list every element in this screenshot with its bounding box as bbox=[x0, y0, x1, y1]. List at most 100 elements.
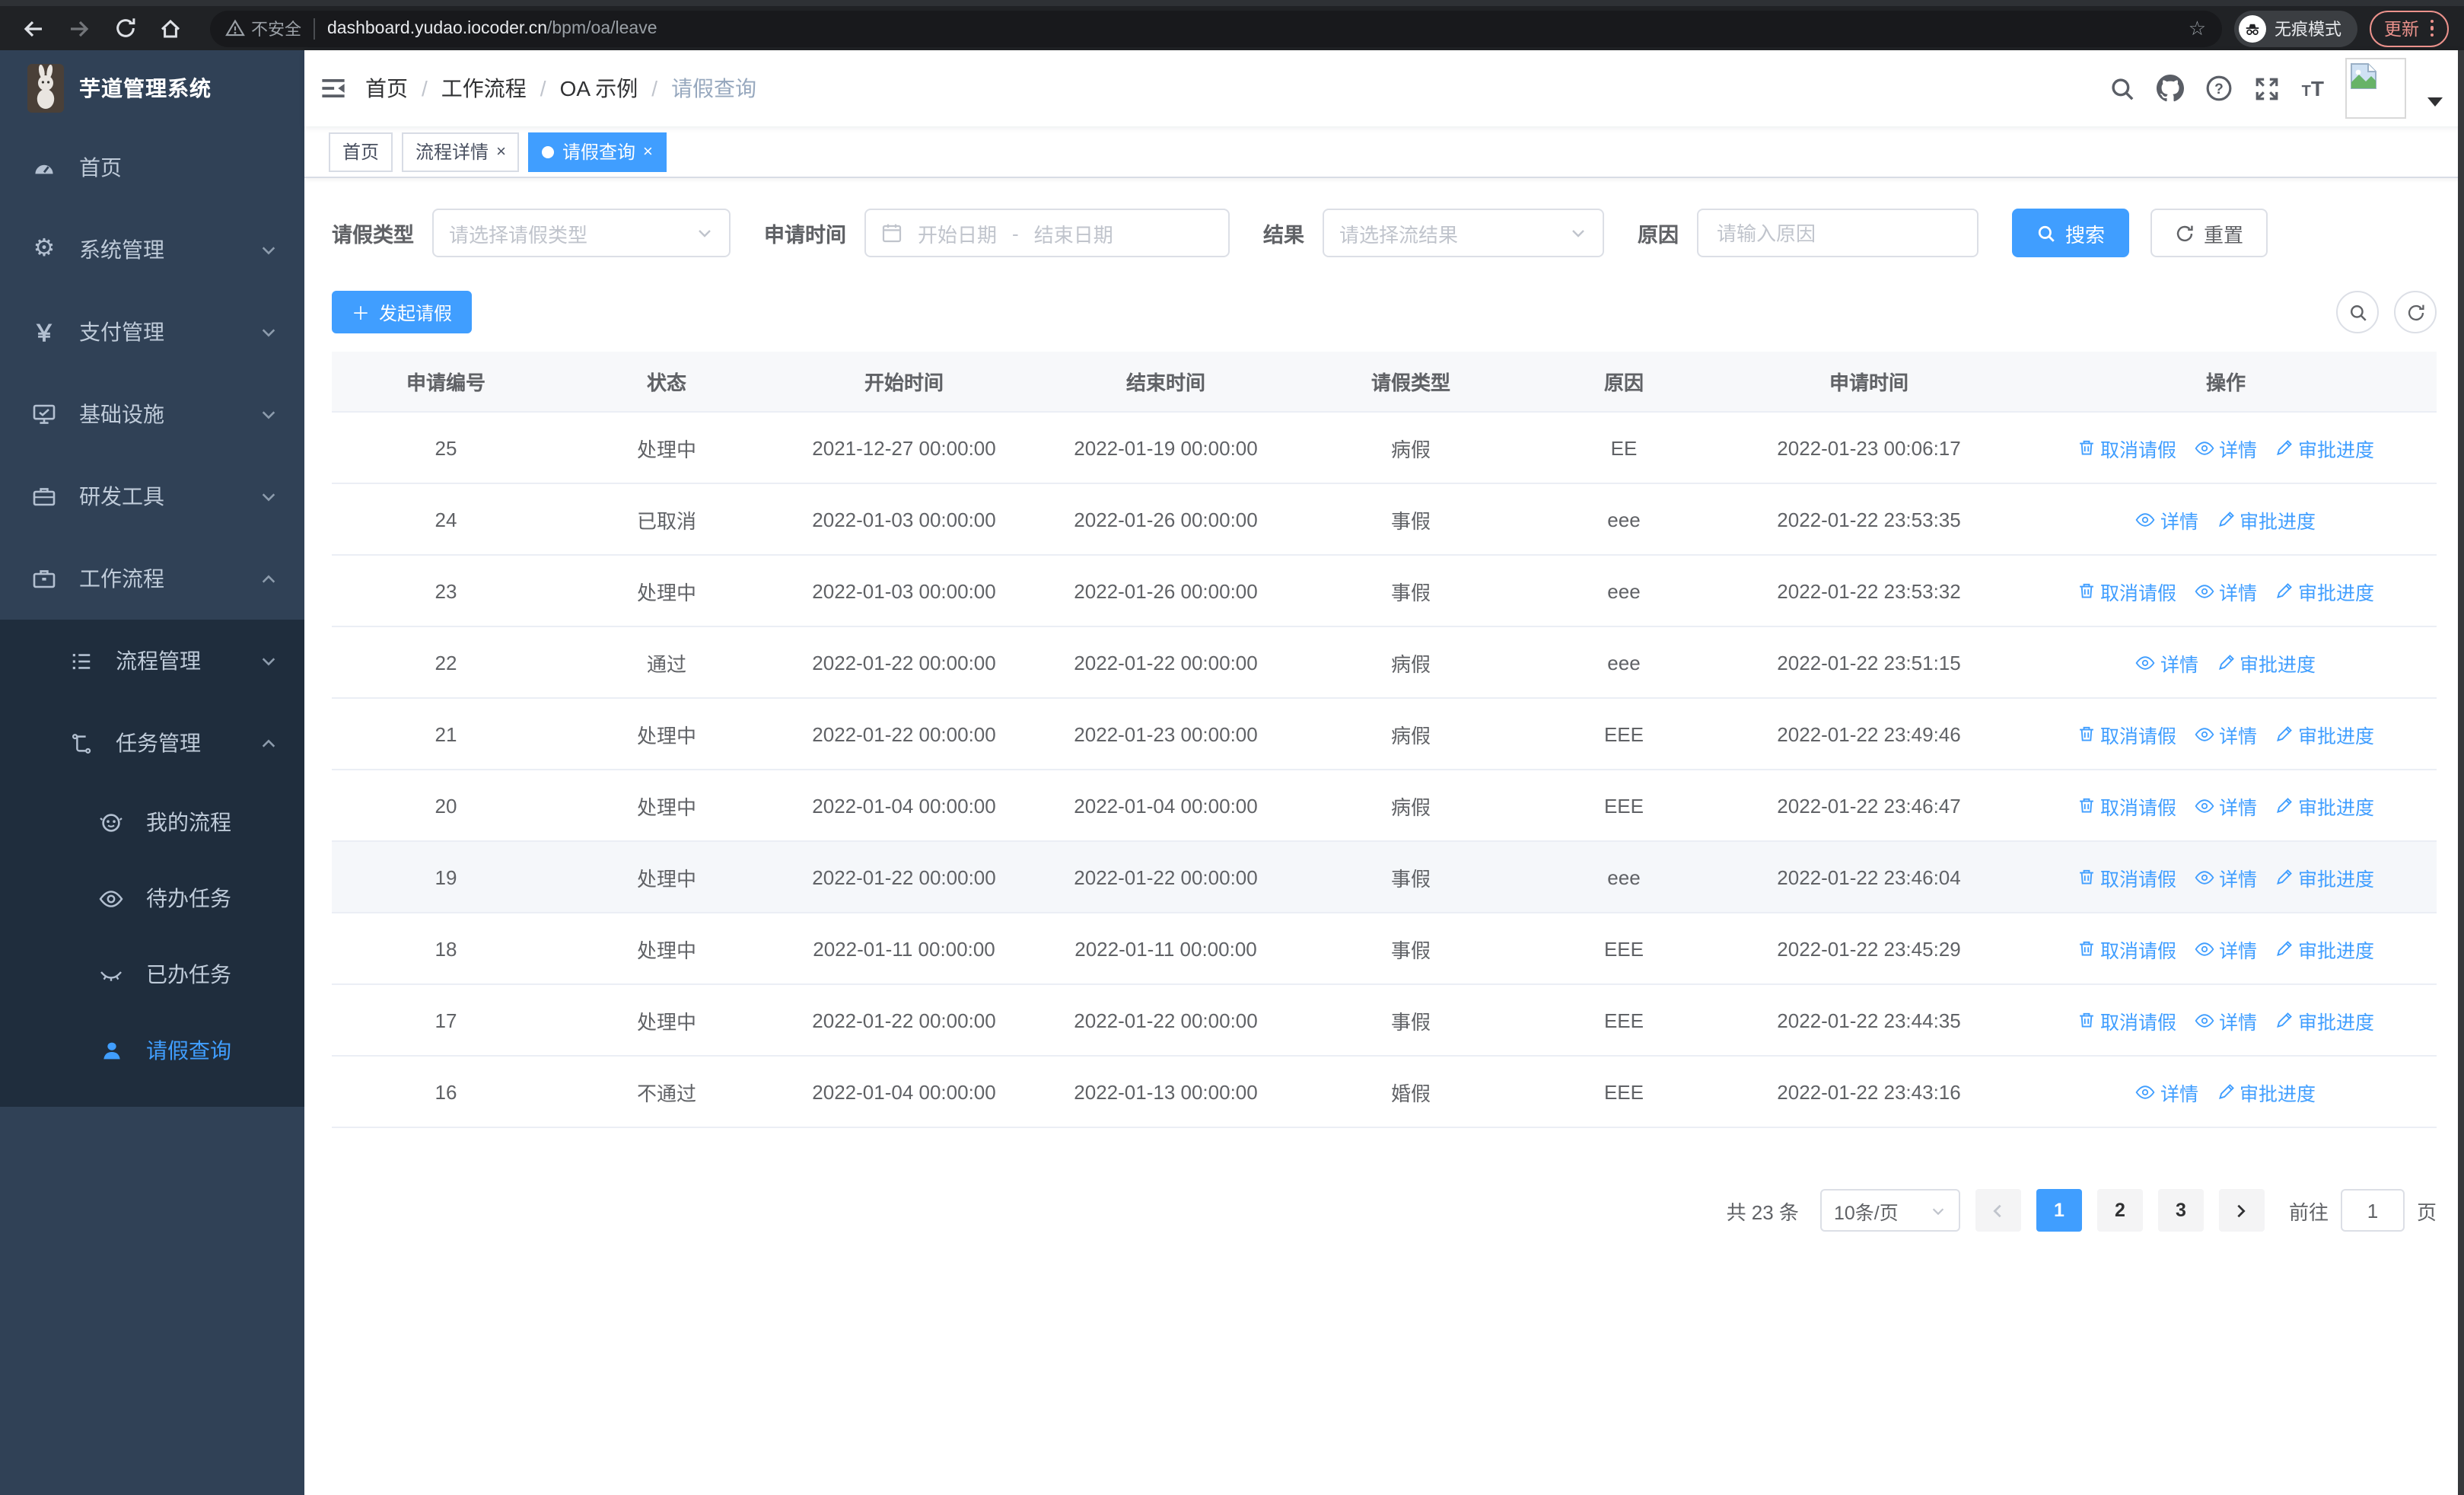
browser-back-button[interactable] bbox=[15, 10, 52, 46]
reset-button[interactable]: 重置 bbox=[2150, 209, 2268, 257]
cell-leave-type: 事假 bbox=[1390, 867, 1431, 890]
row-action-progress-link[interactable]: 审批进度 bbox=[2217, 505, 2316, 534]
row-action-detail-link[interactable]: 详情 bbox=[2195, 791, 2257, 820]
browser-update-button[interactable]: 更新 bbox=[2369, 10, 2449, 46]
action-label: 详情 bbox=[2160, 1083, 2198, 1105]
row-action-cancel-link[interactable]: 取消请假 bbox=[2077, 1006, 2176, 1034]
reason-input[interactable] bbox=[1714, 220, 1962, 246]
apply-time-range-picker[interactable]: 开始日期 - 结束日期 bbox=[864, 209, 1230, 257]
sidebar-item-payment[interactable]: ￥ 支付管理 bbox=[0, 291, 304, 373]
row-action-cancel-link[interactable]: 取消请假 bbox=[2077, 433, 2176, 462]
tab-process-detail[interactable]: 流程详情 × bbox=[402, 132, 520, 171]
create-leave-button[interactable]: ＋ 发起请假 bbox=[332, 291, 473, 333]
sidebar-item-task-mgmt[interactable]: 任务管理 bbox=[0, 702, 304, 784]
row-action-progress-link[interactable]: 审批进度 bbox=[2275, 433, 2374, 462]
row-action-progress-link[interactable]: 审批进度 bbox=[2217, 1077, 2316, 1106]
row-action-progress-link[interactable]: 审批进度 bbox=[2217, 648, 2316, 677]
cell-end-time: 2022-01-23 00:00:00 bbox=[1074, 722, 1258, 745]
end-date-placeholder: 结束日期 bbox=[1033, 223, 1113, 246]
avatar-dropdown-caret[interactable] bbox=[2427, 97, 2443, 107]
browser-reload-button[interactable] bbox=[107, 10, 143, 46]
breadcrumb-item[interactable]: OA 示例 bbox=[560, 73, 638, 104]
cell-apply-time: 2022-01-22 23:53:35 bbox=[1777, 508, 1961, 531]
leave-type-select[interactable]: 请选择请假类型 bbox=[432, 209, 731, 257]
row-action-detail-link[interactable]: 详情 bbox=[2136, 1077, 2198, 1106]
row-action-progress-link[interactable]: 审批进度 bbox=[2275, 576, 2374, 605]
row-action-progress-link[interactable]: 审批进度 bbox=[2275, 791, 2374, 820]
pen-icon bbox=[2277, 440, 2292, 455]
row-action-detail-link[interactable]: 详情 bbox=[2195, 934, 2257, 963]
tag-view-bar: 首页 流程详情 × 请假查询 × bbox=[304, 126, 2464, 178]
action-label: 取消请假 bbox=[2099, 869, 2176, 890]
row-action-detail-link[interactable]: 详情 bbox=[2195, 862, 2257, 891]
breadcrumb-item[interactable]: 首页 bbox=[365, 73, 408, 104]
bookmark-star-icon[interactable]: ☆ bbox=[2189, 16, 2206, 40]
cell-actions: 详情 审批进度 bbox=[2015, 648, 2437, 677]
sidebar-item-leave-query[interactable]: 请假查询 bbox=[0, 1012, 304, 1089]
row-action-progress-link[interactable]: 审批进度 bbox=[2275, 934, 2374, 963]
avatar[interactable] bbox=[2345, 58, 2406, 119]
row-action-cancel-link[interactable]: 取消请假 bbox=[2077, 791, 2176, 820]
leave-type-label: 请假类型 bbox=[332, 224, 414, 247]
page-button-2[interactable]: 2 bbox=[2096, 1189, 2143, 1232]
prev-page-button[interactable] bbox=[1975, 1189, 2021, 1232]
row-action-cancel-link[interactable]: 取消请假 bbox=[2077, 719, 2176, 748]
browser-forward-button[interactable] bbox=[61, 10, 97, 46]
goto-page-input[interactable] bbox=[2340, 1189, 2405, 1232]
page-size-select[interactable]: 10条/页 bbox=[1819, 1189, 1960, 1232]
row-action-detail-link[interactable]: 详情 bbox=[2136, 505, 2198, 534]
refresh-table-button[interactable] bbox=[2394, 291, 2437, 333]
window-scrollbar[interactable] bbox=[2458, 50, 2464, 1495]
page-button-1[interactable]: 1 bbox=[2036, 1189, 2082, 1232]
row-action-detail-link[interactable]: 详情 bbox=[2136, 648, 2198, 677]
sidebar-item-process-mgmt[interactable]: 流程管理 bbox=[0, 620, 304, 702]
close-icon[interactable]: × bbox=[496, 142, 506, 161]
security-indicator[interactable]: 不安全 bbox=[225, 16, 301, 40]
sidebar-item-todo-tasks[interactable]: 待办任务 bbox=[0, 860, 304, 936]
cell-leave-type: 病假 bbox=[1390, 652, 1431, 675]
row-action-progress-link[interactable]: 审批进度 bbox=[2275, 1006, 2374, 1034]
row-action-detail-link[interactable]: 详情 bbox=[2195, 719, 2257, 748]
row-action-detail-link[interactable]: 详情 bbox=[2195, 576, 2257, 605]
sidebar-item-infrastructure[interactable]: 基础设施 bbox=[0, 373, 304, 455]
sidebar-item-home[interactable]: 首页 bbox=[0, 126, 304, 209]
cell-apply-id: 25 bbox=[435, 436, 457, 459]
browser-home-button[interactable] bbox=[152, 10, 189, 46]
cell-status: 处理中 bbox=[636, 724, 696, 747]
row-action-progress-link[interactable]: 审批进度 bbox=[2275, 862, 2374, 891]
browser-menu-icon[interactable] bbox=[2430, 19, 2434, 37]
row-action-cancel-link[interactable]: 取消请假 bbox=[2077, 576, 2176, 605]
sidebar-collapse-button[interactable] bbox=[320, 75, 347, 102]
sidebar-item-devtools[interactable]: 研发工具 bbox=[0, 455, 304, 537]
row-action-progress-link[interactable]: 审批进度 bbox=[2275, 719, 2374, 748]
row-action-cancel-link[interactable]: 取消请假 bbox=[2077, 862, 2176, 891]
sidebar-item-system[interactable]: ⚙ 系统管理 bbox=[0, 209, 304, 291]
row-action-detail-link[interactable]: 详情 bbox=[2195, 1006, 2257, 1034]
row-action-cancel-link[interactable]: 取消请假 bbox=[2077, 934, 2176, 963]
sidebar-item-my-processes[interactable]: 我的流程 bbox=[0, 784, 304, 860]
tab-home[interactable]: 首页 bbox=[329, 132, 393, 171]
cell-leave-type: 事假 bbox=[1390, 509, 1431, 532]
help-button[interactable]: ? bbox=[2206, 75, 2233, 102]
sidebar-item-done-tasks[interactable]: 已办任务 bbox=[0, 936, 304, 1012]
next-page-button[interactable] bbox=[2218, 1189, 2265, 1232]
fullscreen-button[interactable] bbox=[2255, 75, 2281, 101]
address-bar[interactable]: 不安全 dashboard.yudao.iocoder.cn/bpm/oa/le… bbox=[210, 10, 2221, 46]
github-link[interactable] bbox=[2157, 75, 2185, 102]
result-select[interactable]: 请选择流结果 bbox=[1323, 209, 1604, 257]
close-icon[interactable]: × bbox=[643, 142, 653, 161]
plus-icon: ＋ bbox=[352, 302, 371, 324]
header-search-button[interactable] bbox=[2110, 75, 2136, 101]
breadcrumb-item[interactable]: 工作流程 bbox=[441, 73, 527, 104]
column-header: 原因 bbox=[1603, 371, 1644, 394]
sidebar-item-workflow[interactable]: 工作流程 bbox=[0, 537, 304, 620]
tab-leave-query[interactable]: 请假查询 × bbox=[528, 132, 667, 171]
show-search-toggle-button[interactable] bbox=[2336, 291, 2379, 333]
font-size-button[interactable]: TT bbox=[2302, 76, 2324, 100]
row-action-detail-link[interactable]: 详情 bbox=[2195, 433, 2257, 462]
incognito-icon bbox=[2238, 14, 2265, 42]
page-button-3[interactable]: 3 bbox=[2157, 1189, 2204, 1232]
app-header: 首页 / 工作流程 / OA 示例 / 请假查询 ? TT bbox=[304, 50, 2464, 126]
search-button[interactable]: 搜索 bbox=[2012, 209, 2130, 257]
cell-end-time: 2022-01-22 00:00:00 bbox=[1074, 865, 1258, 888]
